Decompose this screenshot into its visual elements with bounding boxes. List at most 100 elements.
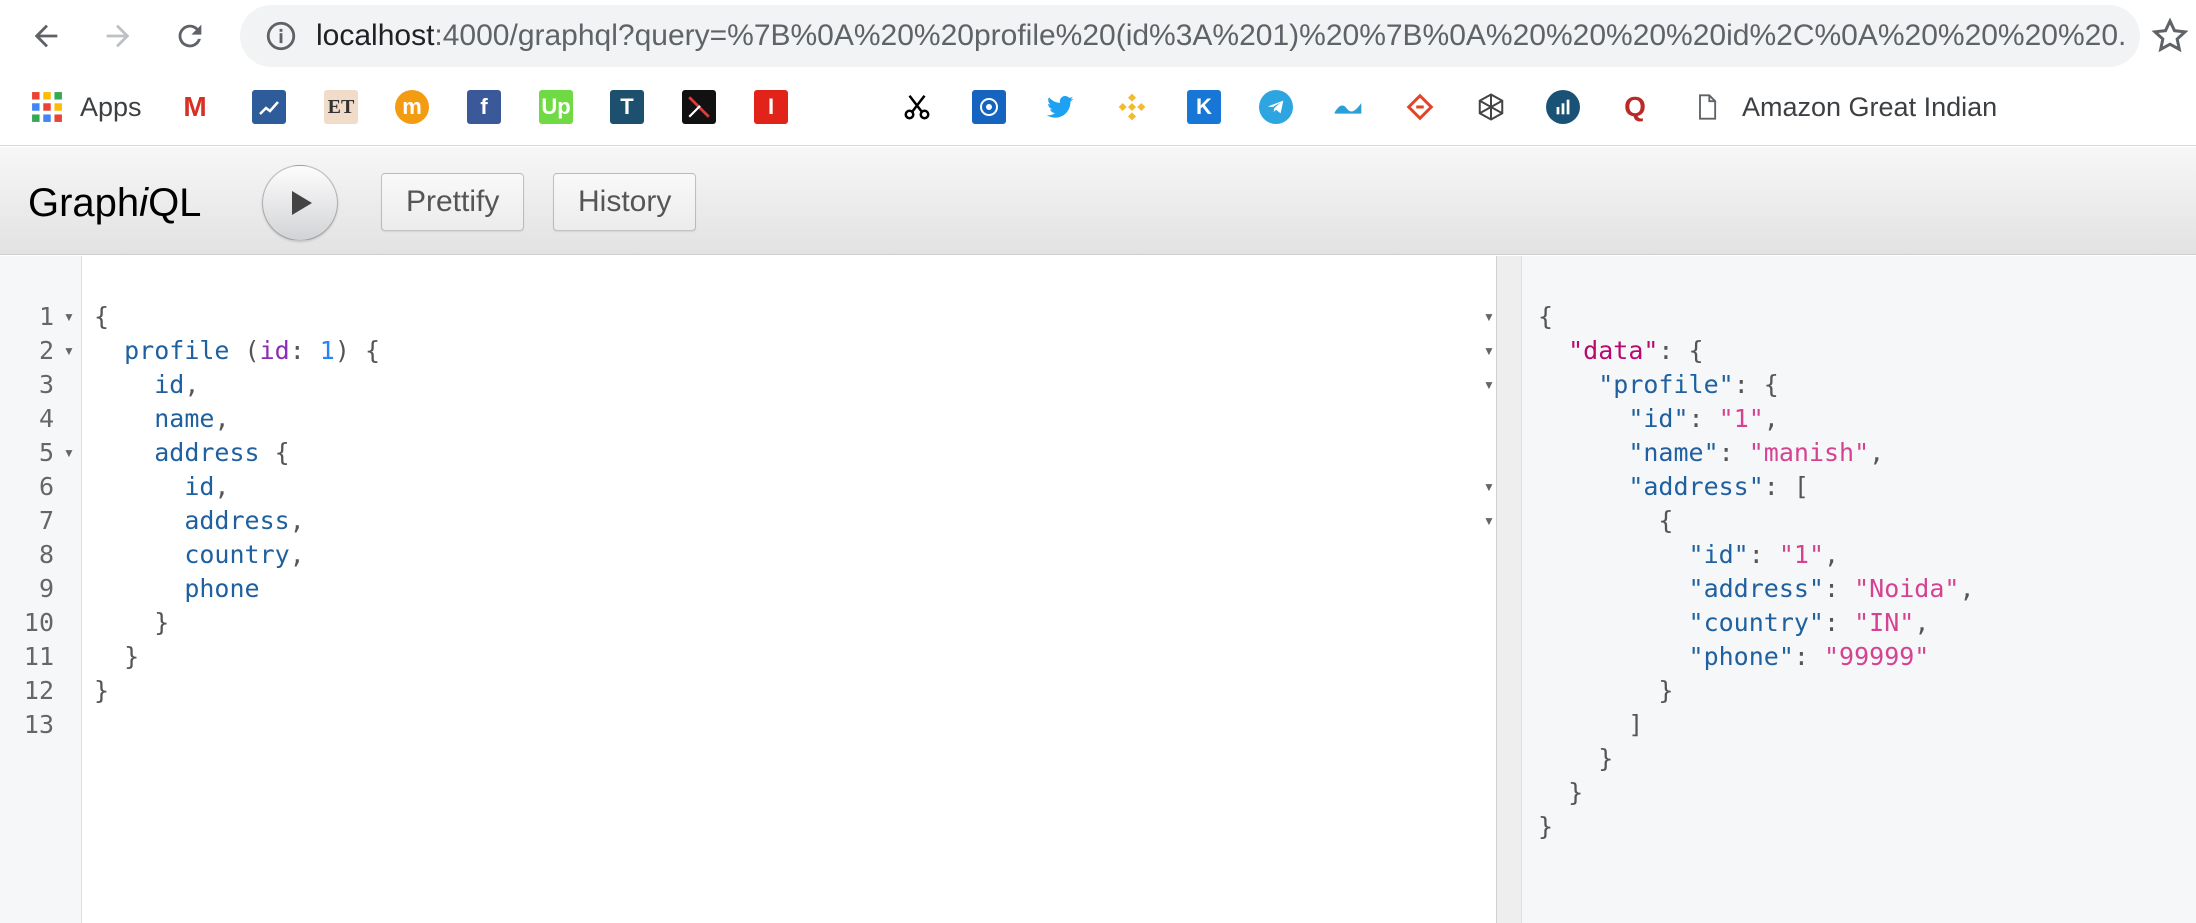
query-code-line[interactable]: name, <box>94 402 229 436</box>
query-code-line[interactable]: id, <box>94 470 229 504</box>
code-token: ] <box>1538 710 1644 739</box>
bookmark-gmail[interactable]: M <box>176 88 214 126</box>
result-code-line: "address": [ <box>1538 470 1809 504</box>
bookmark-binance[interactable] <box>1113 88 1151 126</box>
wave-icon <box>1331 90 1365 124</box>
line-number: 6 <box>38 472 54 501</box>
fold-toggle-icon[interactable]: ▼ <box>62 334 76 368</box>
reload-button[interactable] <box>168 14 212 58</box>
code-token: : <box>289 336 320 365</box>
t-app-icon: T <box>610 90 644 124</box>
code-token: , <box>289 506 305 535</box>
arrow-right-icon <box>106 24 130 48</box>
code-token: : { <box>1658 336 1704 365</box>
page-icon <box>1690 90 1724 124</box>
query-code-line[interactable]: address { <box>94 436 289 470</box>
fold-toggle-icon[interactable]: ▼ <box>62 436 76 470</box>
result-code-line: "address": "Noida", <box>1538 572 1975 606</box>
apps-label[interactable]: Apps <box>80 92 142 123</box>
address-bar[interactable]: localhost:4000/graphql?query=%7B%0A%20%2… <box>240 5 2140 67</box>
prettify-button[interactable]: Prettify <box>381 173 525 231</box>
code-token: "IN" <box>1854 608 1915 637</box>
result-fold-toggle-icon[interactable]: ▼ <box>1482 334 1496 368</box>
bookmark-scissors[interactable] <box>898 88 936 126</box>
code-token: } <box>1538 744 1614 773</box>
query-code-line[interactable]: } <box>94 606 169 640</box>
bookmark-upwork[interactable]: Up <box>537 88 575 126</box>
query-code-line[interactable]: address, <box>94 504 305 538</box>
browser-toolbar: localhost:4000/graphql?query=%7B%0A%20%2… <box>0 0 2196 72</box>
bookmark-telegram[interactable] <box>1257 88 1295 126</box>
code-token: , <box>1824 540 1840 569</box>
bookmark-red-i[interactable]: I <box>752 88 790 126</box>
bookmark-cube[interactable] <box>1472 88 1510 126</box>
result-code-line: "data": { <box>1538 334 1704 368</box>
pane-resize-handle[interactable] <box>1496 256 1522 923</box>
bookmark-t-app[interactable]: T <box>608 88 646 126</box>
query-code-line[interactable]: country, <box>94 538 304 572</box>
kucoin-icon: K <box>1187 90 1221 124</box>
result-fold-toggle-icon[interactable]: ▼ <box>1482 470 1496 504</box>
bookmark-gitlab-like[interactable] <box>1401 88 1439 126</box>
query-code-line[interactable]: phone <box>94 572 260 606</box>
bookmark-amazon-label[interactable]: Amazon Great Indian <box>1742 92 1997 123</box>
bookmark-tradingview[interactable] <box>680 88 718 126</box>
bookmark-facebook[interactable]: f <box>465 88 503 126</box>
bookmark-star-icon[interactable] <box>2150 16 2190 56</box>
query-code-line[interactable]: { <box>94 300 109 334</box>
reload-icon <box>178 24 202 48</box>
line-number: 8 <box>38 540 54 569</box>
code-token: phone <box>184 574 260 603</box>
gitlab-like-icon <box>1403 90 1437 124</box>
url-text[interactable]: localhost:4000/graphql?query=%7B%0A%20%2… <box>316 5 2126 67</box>
result-code-line: "id": "1", <box>1538 402 1779 436</box>
result-code-line: "id": "1", <box>1538 538 1840 572</box>
fold-toggle-icon[interactable]: ▼ <box>62 300 76 334</box>
query-code-line[interactable]: } <box>94 640 139 674</box>
back-button[interactable] <box>24 14 68 58</box>
forward-button[interactable] <box>96 14 140 58</box>
telegram-icon <box>1259 90 1293 124</box>
query-code-line[interactable]: profile (id: 1) { <box>94 334 380 368</box>
gmail-icon: M <box>183 91 207 122</box>
code-token: "id" <box>1688 540 1749 569</box>
bookmark-wave[interactable] <box>1329 88 1367 126</box>
code-token: , <box>214 472 230 501</box>
code-token: , <box>184 370 200 399</box>
bookmark-bar-chart[interactable] <box>1544 88 1582 126</box>
result-fold-toggle-icon[interactable]: ▼ <box>1482 300 1496 334</box>
twitter-icon <box>1043 90 1077 124</box>
code-token: "profile" <box>1598 370 1734 399</box>
code-token: "1" <box>1778 540 1824 569</box>
bookmark-twitter[interactable] <box>1041 88 1079 126</box>
query-code-line[interactable]: id, <box>94 368 199 402</box>
info-icon[interactable] <box>264 19 298 53</box>
bookmark-quora[interactable]: Q <box>1616 88 1654 126</box>
result-fold-toggle-icon[interactable]: ▼ <box>1482 504 1496 538</box>
bookmark-page[interactable] <box>1688 88 1726 126</box>
code-token: "99999" <box>1823 642 1930 671</box>
apps-button[interactable] <box>28 88 66 126</box>
result-fold-toggle-icon[interactable]: ▼ <box>1482 368 1496 402</box>
bookmark-moneycontrol[interactable]: m <box>393 88 431 126</box>
result-code-line: "country": "IN", <box>1538 606 1930 640</box>
bookmark-economic-times[interactable]: ET <box>322 88 360 126</box>
line-number: 13 <box>23 710 54 739</box>
history-button[interactable]: History <box>553 173 697 231</box>
bookmark-kucoin[interactable]: K <box>1185 88 1223 126</box>
query-editor[interactable]: 1 ▼{2 ▼ profile (id: 1) {3 id, 4 name, 5 ▼ ad… <box>0 256 1496 923</box>
code-token: "id" <box>1628 404 1689 433</box>
line-number: 10 <box>23 608 54 637</box>
line-number: 1 <box>38 302 54 331</box>
execute-query-button[interactable] <box>262 165 338 241</box>
code-token: "address" <box>1688 574 1824 603</box>
line-number: 12 <box>23 676 54 705</box>
url-host: localhost <box>316 19 435 52</box>
result-code-line: } <box>1538 776 1583 810</box>
bookmark-chart-app[interactable] <box>250 88 288 126</box>
query-code-line[interactable]: } <box>94 674 109 708</box>
bookmark-crypto-a[interactable] <box>970 88 1008 126</box>
